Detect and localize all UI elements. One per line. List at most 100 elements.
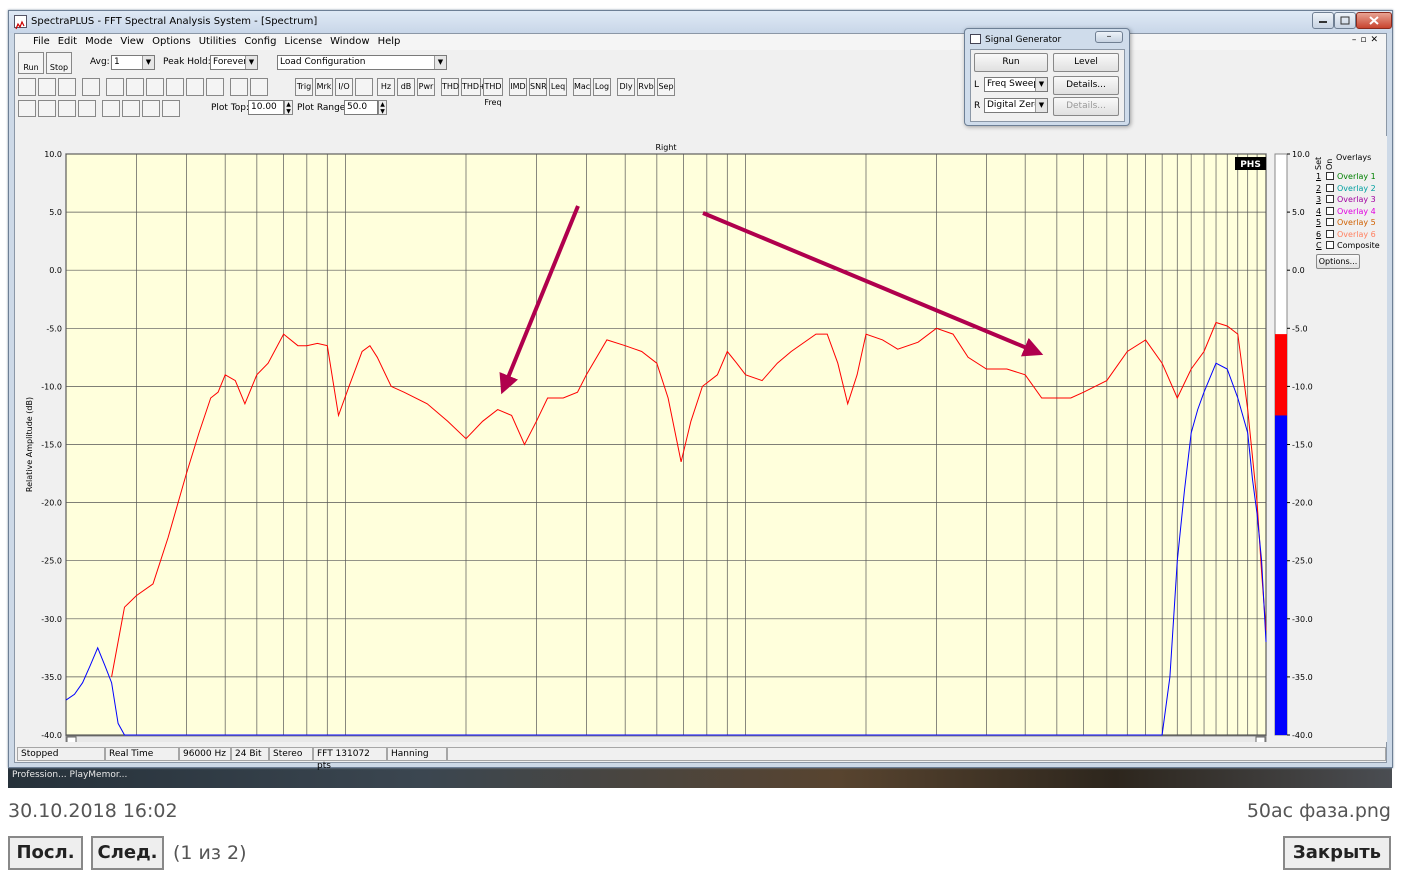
menu-license[interactable]: License: [280, 34, 326, 49]
toolbar-thd-button[interactable]: THD: [441, 78, 459, 96]
overlay-name: Overlay 3: [1337, 195, 1376, 204]
overlay-row: 1 Overlay 1: [1316, 172, 1376, 183]
scroll-left-button[interactable]: [66, 736, 77, 746]
overlay-checkbox[interactable]: [1326, 218, 1334, 226]
toolbar-mrk-button[interactable]: Mrk: [315, 78, 333, 96]
generator-run-button[interactable]: Run: [974, 53, 1048, 72]
menu-options[interactable]: Options: [148, 34, 195, 49]
avg-select[interactable]: 1 ▼: [111, 55, 155, 70]
overlay-name: Overlay 1: [1337, 172, 1376, 181]
peak-hold-select[interactable]: Forever ▼: [210, 55, 258, 70]
markers-icon[interactable]: [250, 78, 268, 96]
taskbar[interactable]: Profession... PlayMemor...: [8, 768, 308, 782]
on-column-label: On: [1325, 158, 1334, 170]
response-icon[interactable]: [102, 100, 120, 117]
toolbar-hz-button[interactable]: Hz: [377, 78, 395, 96]
print-icon[interactable]: [82, 78, 100, 96]
3d-surface-icon[interactable]: [186, 78, 204, 96]
next-button[interactable]: След.: [91, 836, 164, 870]
menu-utilities[interactable]: Utilities: [195, 34, 241, 49]
octave-bars-icon[interactable]: [122, 100, 140, 117]
horizontal-scrollbar[interactable]: [65, 735, 1267, 747]
toolbar-mac-button[interactable]: Mac: [573, 78, 591, 96]
maximize-button[interactable]: [1334, 12, 1356, 29]
toolbar-imd-button[interactable]: IMD: [509, 78, 527, 96]
spectrum-chart[interactable]: 10.05.00.0-5.0-10.0-15.0-20.0-25.0-30.0-…: [16, 136, 1387, 767]
menu-mode[interactable]: Mode: [81, 34, 116, 49]
toolbar-db-button[interactable]: dB: [397, 78, 415, 96]
generator-level-button[interactable]: Level: [1053, 53, 1119, 72]
channel-1-icon[interactable]: [38, 100, 56, 117]
load-configuration-select[interactable]: Load Configuration ▼: [277, 55, 447, 70]
avg-value: 1: [114, 57, 120, 67]
meter-tick-label: -30.0: [1292, 615, 1313, 624]
phase-icon[interactable]: [146, 78, 164, 96]
status-channels: Stereo: [269, 747, 313, 761]
toolbar-sep-button[interactable]: Sep: [657, 78, 675, 96]
display-settings-icon[interactable]: [206, 78, 224, 96]
waveform-icon[interactable]: [106, 78, 124, 96]
toolbar-snr-button[interactable]: SNR: [529, 78, 547, 96]
minimize-button[interactable]: [1312, 12, 1334, 29]
zoom-icon[interactable]: [18, 100, 36, 117]
run-button[interactable]: Run: [18, 52, 44, 74]
stop-button[interactable]: Stop: [46, 52, 72, 74]
right-signal-select[interactable]: Digital Zero ▼: [984, 98, 1048, 113]
overlay-checkbox[interactable]: [1326, 195, 1334, 203]
new-file-icon[interactable]: [18, 78, 36, 96]
toolbar-i-o-button[interactable]: I/O: [335, 78, 353, 96]
close-viewer-button[interactable]: Закрыть: [1283, 836, 1391, 870]
signal-generator-minimize-button[interactable]: –: [1095, 31, 1123, 43]
scale-icon[interactable]: [230, 78, 248, 96]
left-signal-select[interactable]: Freq Sweep ▼: [984, 77, 1048, 92]
left-channel-label: L: [974, 80, 980, 90]
stop-label: Stop: [49, 63, 69, 72]
close-window-button[interactable]: [1356, 12, 1392, 29]
spectrum-icon[interactable]: [126, 78, 144, 96]
overlay-key: 4: [1316, 206, 1322, 216]
left-details-button[interactable]: Details...: [1053, 76, 1119, 95]
save-icon[interactable]: [58, 78, 76, 96]
toolbar-leq-button[interactable]: Leq: [549, 78, 567, 96]
right-details-button-disabled[interactable]: Details...: [1053, 97, 1119, 116]
plot-range-spinner[interactable]: ▲ ▼: [378, 100, 387, 115]
spectrogram-icon[interactable]: [166, 78, 184, 96]
open-folder-icon[interactable]: [38, 78, 56, 96]
overlay-checkbox[interactable]: [1326, 183, 1334, 192]
menu-file[interactable]: File: [15, 34, 54, 49]
channel-2-icon[interactable]: [58, 100, 76, 117]
overlay-options-button[interactable]: Options...: [1316, 254, 1360, 269]
menu-help[interactable]: Help: [374, 34, 405, 49]
overlay-checkbox[interactable]: [1326, 172, 1334, 180]
mdi-controls-icon[interactable]: –▫✕: [1352, 35, 1382, 45]
overlay-checkbox[interactable]: [1326, 206, 1334, 215]
toolbar-thd-n-button[interactable]: THD+N: [461, 78, 492, 96]
output-icon[interactable]: [78, 100, 96, 117]
prev-button[interactable]: Посл.: [8, 836, 83, 870]
toolbar-log-button[interactable]: Log: [593, 78, 611, 96]
spectrum-plot-area[interactable]: 10.0 5.0 0.0 -5.0 -10.0 -15.0 -20.0 -25.0 -30.0-…: [16, 136, 1387, 767]
toolbar-thd-freq-button[interactable]: THD Freq: [483, 78, 503, 107]
menu-view[interactable]: View: [116, 34, 148, 49]
export-icon[interactable]: [142, 100, 160, 117]
plot-top-input[interactable]: 10.00: [248, 100, 284, 115]
overlay-name: Overlay 5: [1337, 218, 1376, 227]
menu-edit[interactable]: Edit: [54, 34, 81, 49]
plot-range-label: Plot Range:: [297, 103, 349, 113]
menu-config[interactable]: Config: [240, 34, 280, 49]
overlay-checkbox[interactable]: [1326, 241, 1334, 249]
chevron-down-icon: ▼: [434, 56, 446, 69]
y-tick-label: 0.0: [49, 266, 62, 275]
toolbar-rvb-button[interactable]: Rvb: [637, 78, 655, 96]
scroll-right-button[interactable]: [1255, 736, 1266, 746]
generator-icon[interactable]: [355, 78, 373, 96]
overlay-checkbox[interactable]: [1326, 229, 1334, 238]
plot-top-spinner[interactable]: ▲ ▼: [284, 100, 293, 115]
toolbar-dly-button[interactable]: Dly: [617, 78, 635, 96]
toolbar-pwr-button[interactable]: Pwr: [417, 78, 435, 96]
plot-range-input[interactable]: 50.0: [344, 100, 378, 115]
load-configuration-value: Load Configuration: [280, 57, 366, 67]
toolbar-trig-button[interactable]: Trig: [295, 78, 313, 96]
calibrate-icon[interactable]: [162, 100, 180, 117]
menu-window[interactable]: Window: [326, 34, 373, 49]
